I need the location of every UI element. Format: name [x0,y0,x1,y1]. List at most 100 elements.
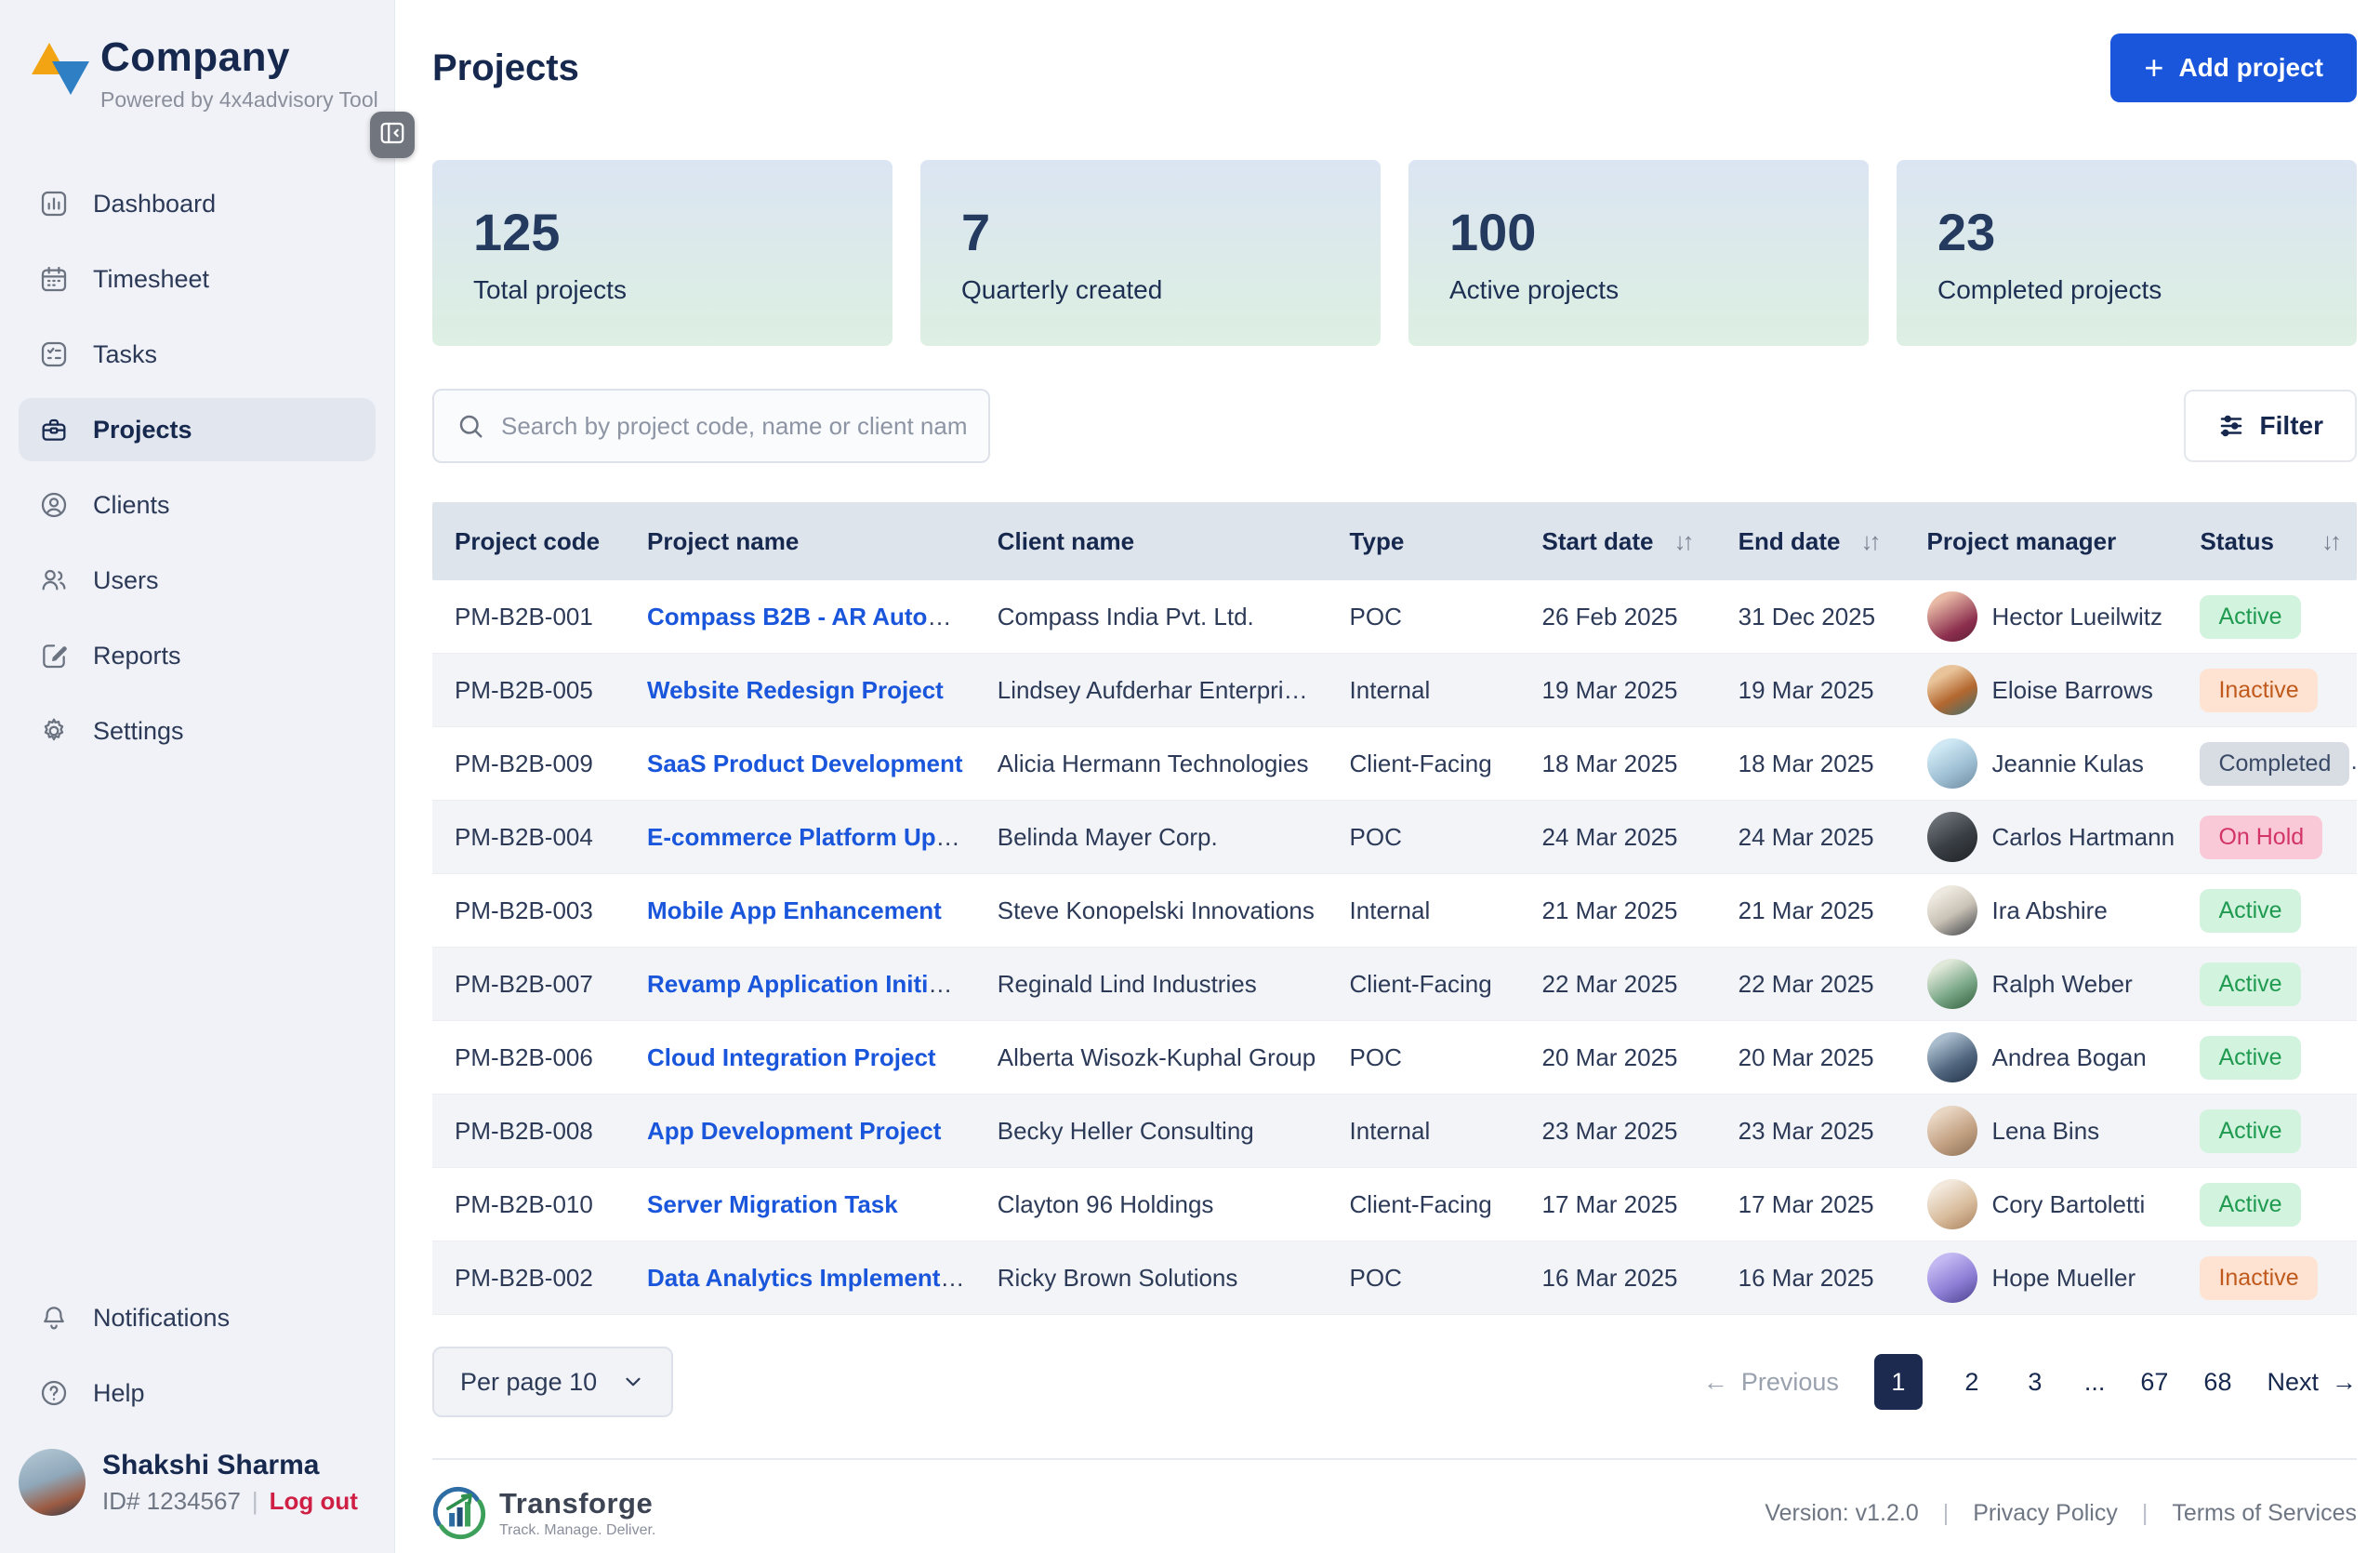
page-title: Projects [432,46,579,88]
table-row-pm-b2b-009: PM-B2B-009 SaaS Product Development Alicia… [432,727,2357,801]
per-page-dropdown[interactable]: Per page 10 [432,1347,674,1417]
cell-type: Internal [1349,896,1431,924]
transforge-logo-icon [432,1486,486,1540]
cell-project-code: PM-B2B-008 [455,1116,593,1145]
sidebar: Company Powered by 4x4advisory Tool Dash… [0,0,415,1553]
sidebar-item-notifications[interactable]: Notifications [19,1286,376,1349]
cell-client-name: Becky Heller Consulting [997,1116,1254,1145]
user-id: ID# 1234567 [102,1486,241,1515]
project-name-link[interactable]: Server Migration Task [647,1190,898,1218]
sidebar-collapse-button[interactable] [370,112,415,158]
arrow-left-icon: ← [1702,1367,1728,1396]
sidebar-item-projects[interactable]: Projects [19,398,376,462]
clients-icon [39,490,69,520]
cell-end-date: 23 Mar 2025 [1738,1116,1874,1145]
cell-type: Client-Facing [1349,749,1492,777]
cell-start-date: 16 Mar 2025 [1541,1263,1678,1292]
project-name-link[interactable]: E-commerce Platform Upgrade [647,823,975,851]
page-button-2[interactable]: 2 [1958,1368,1986,1397]
cell-start-date: 21 Mar 2025 [1541,896,1678,924]
column-header-end-date[interactable]: End date ↓↑ [1716,527,1905,556]
sort-icon[interactable]: ↓↑ [1673,527,1694,556]
users-icon [39,565,69,595]
cell-client-name: Compass India Pvt. Ltd. [997,602,1254,630]
project-name-link[interactable]: Cloud Integration Project [647,1043,936,1071]
add-project-button[interactable]: + Add project [2110,33,2357,102]
sidebar-item-label: Reports [93,641,181,670]
project-name-link[interactable]: Revamp Application Initiative [647,970,975,998]
status-badge: Active [2200,1035,2301,1080]
cell-start-date: 23 Mar 2025 [1541,1116,1678,1145]
cell-project-code: PM-B2B-002 [455,1263,593,1292]
stats-row: 125 Total projects 7 Quarterly created 100 Ac… [432,160,2357,346]
cell-type: Internal [1349,1116,1431,1145]
cell-type: Internal [1349,675,1431,704]
stat-value: 100 [1449,202,1537,261]
cell-project-code: PM-B2B-001 [455,602,593,630]
manager-avatar [1926,738,1977,789]
cell-start-date: 22 Mar 2025 [1541,969,1678,998]
column-header-type: Type [1349,526,1405,555]
status-badge: Active [2200,1108,2301,1153]
project-name-link[interactable]: Compass B2B - AR Automation [647,603,975,630]
status-badge: Inactive [2200,1255,2318,1300]
search-input[interactable] [501,411,966,441]
user-name: Shakshi Sharma [102,1449,320,1480]
cell-project-code: PM-B2B-009 [455,749,593,777]
manager-avatar [1926,1032,1977,1082]
previous-page-button[interactable]: ← Previous [1703,1368,1839,1397]
stat-value: 125 [473,202,561,261]
cell-type: POC [1349,602,1402,630]
sort-icon[interactable]: ↓↑ [1860,527,1881,556]
project-name-link[interactable]: SaaS Product Development [647,750,963,777]
page-button-1[interactable]: 1 [1873,1354,1923,1410]
page-button-67[interactable]: 67 [2140,1368,2168,1397]
terms-of-services-link[interactable]: Terms of Services [2172,1500,2357,1527]
project-name-link[interactable]: App Development Project [647,1117,941,1145]
page-button-68[interactable]: 68 [2203,1368,2231,1397]
cell-type: Client-Facing [1349,1189,1492,1218]
settings-icon [39,716,69,746]
cell-type: POC [1349,1042,1402,1071]
privacy-policy-link[interactable]: Privacy Policy [1973,1500,2118,1527]
project-name-link[interactable]: Mobile App Enhancement [647,896,942,924]
column-header-status[interactable]: Status ↓↑ [2177,527,2357,556]
filter-button[interactable]: Filter [2183,390,2357,462]
search-box[interactable] [432,389,990,463]
next-page-button[interactable]: Next → [2267,1368,2357,1397]
page-button-3[interactable]: 3 [2021,1368,2049,1397]
dashboard-icon [39,189,69,219]
sidebar-item-timesheet[interactable]: Timesheet [19,247,376,311]
sidebar-item-label: Tasks [93,339,158,368]
manager-avatar [1926,959,1977,1009]
cell-end-date: 22 Mar 2025 [1738,969,1874,998]
table-body: PM-B2B-001 Compass B2B - AR Automation Com… [432,580,2357,1315]
table-row-pm-b2b-002: PM-B2B-002 Data Analytics Implementation R… [432,1241,2357,1315]
status-badge: Active [2200,1182,2301,1227]
cell-end-date: 16 Mar 2025 [1738,1263,1874,1292]
project-name-link[interactable]: Website Redesign Project [647,676,944,704]
footer-brand-tagline: Track. Manage. Deliver. [499,1522,656,1538]
sidebar-item-help[interactable]: Help [19,1361,376,1425]
sidebar-item-clients[interactable]: Clients [19,473,376,537]
sidebar-item-dashboard[interactable]: Dashboard [19,172,376,235]
stat-value: 7 [961,202,991,261]
status-badge: Active [2200,594,2301,639]
logout-link[interactable]: Log out [270,1487,358,1516]
cell-start-date: 17 Mar 2025 [1541,1189,1678,1218]
filter-sliders-icon [2217,412,2245,440]
project-name-link[interactable]: Data Analytics Implementation [647,1264,975,1292]
sidebar-item-tasks[interactable]: Tasks [19,323,376,386]
sidebar-item-settings[interactable]: Settings [19,699,376,763]
sort-icon[interactable]: ↓↑ [2321,527,2342,556]
manager-avatar [1926,1253,1977,1303]
cell-end-date: 18 Mar 2025 [1738,749,1874,777]
cell-project-code: PM-B2B-003 [455,896,593,924]
chevron-down-icon [621,1370,645,1394]
user-profile[interactable]: Shakshi Sharma ID# 1234567 | Log out [19,1425,376,1516]
sidebar-item-users[interactable]: Users [19,549,376,612]
sidebar-item-reports[interactable]: Reports [19,624,376,687]
stat-card-quarterly-created: 7 Quarterly created [920,160,1381,346]
column-header-start-date[interactable]: Start date ↓↑ [1520,527,1716,556]
cell-start-date: 24 Mar 2025 [1541,822,1678,851]
